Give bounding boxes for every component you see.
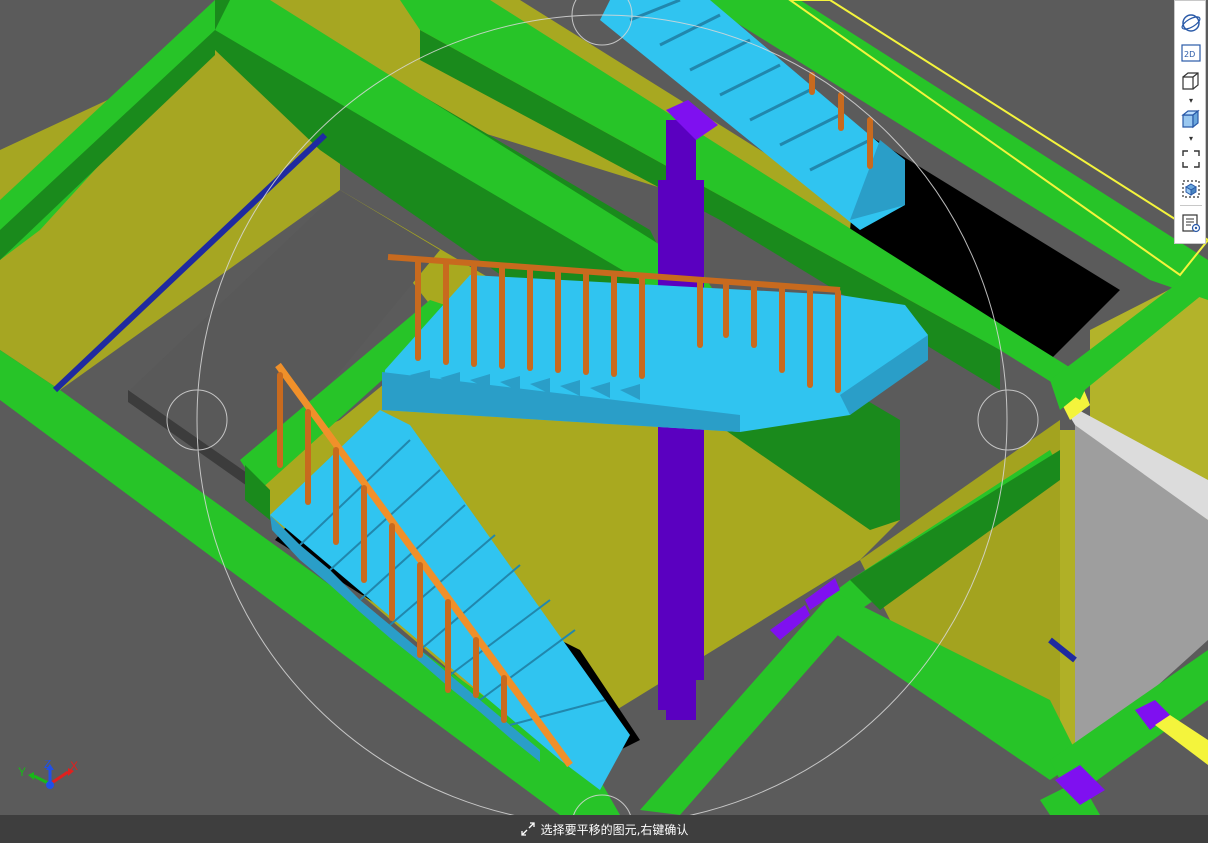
toolbar-divider — [1180, 205, 1202, 206]
2d-icon: 2D — [1181, 44, 1201, 62]
properties-icon — [1182, 214, 1201, 233]
3d-viewport[interactable]: X Y Z 2D ▾ ▾ — [0, 0, 1208, 815]
properties-view-button[interactable] — [1178, 211, 1204, 235]
building-model-scene[interactable] — [0, 0, 1208, 815]
box-shaded-icon — [1181, 109, 1200, 129]
view-toolbar: 2D ▾ ▾ — [1174, 0, 1206, 244]
axis-y-label: Y — [18, 765, 26, 779]
axis-gizmo: X Y Z — [14, 757, 86, 804]
2d-view-button[interactable]: 2D — [1178, 41, 1204, 65]
status-bar: 选择要平移的图元,右键确认 — [0, 815, 1208, 843]
wireframe-dropdown-caret[interactable]: ▾ — [1186, 97, 1196, 105]
2d-label: 2D — [1184, 50, 1195, 59]
shaded-dropdown-caret[interactable]: ▾ — [1186, 135, 1196, 143]
orbit-icon — [1181, 14, 1201, 32]
wireframe-box-view-button[interactable] — [1178, 69, 1204, 93]
fit-view-button[interactable] — [1178, 147, 1204, 171]
fit-extents-icon — [1182, 150, 1200, 168]
stair-middle[interactable] — [382, 275, 928, 432]
shaded-box-view-button[interactable] — [1178, 107, 1204, 131]
orbit-view-button[interactable] — [1178, 11, 1204, 35]
axis-z-label: Z — [44, 760, 51, 771]
component-view-button[interactable] — [1178, 177, 1204, 201]
axis-x-label: X — [70, 760, 78, 773]
status-message: 选择要平移的图元,右键确认 — [540, 822, 689, 837]
component-icon — [1182, 180, 1200, 198]
box-outline-icon — [1182, 72, 1199, 90]
pan-cursor-icon — [520, 822, 535, 836]
